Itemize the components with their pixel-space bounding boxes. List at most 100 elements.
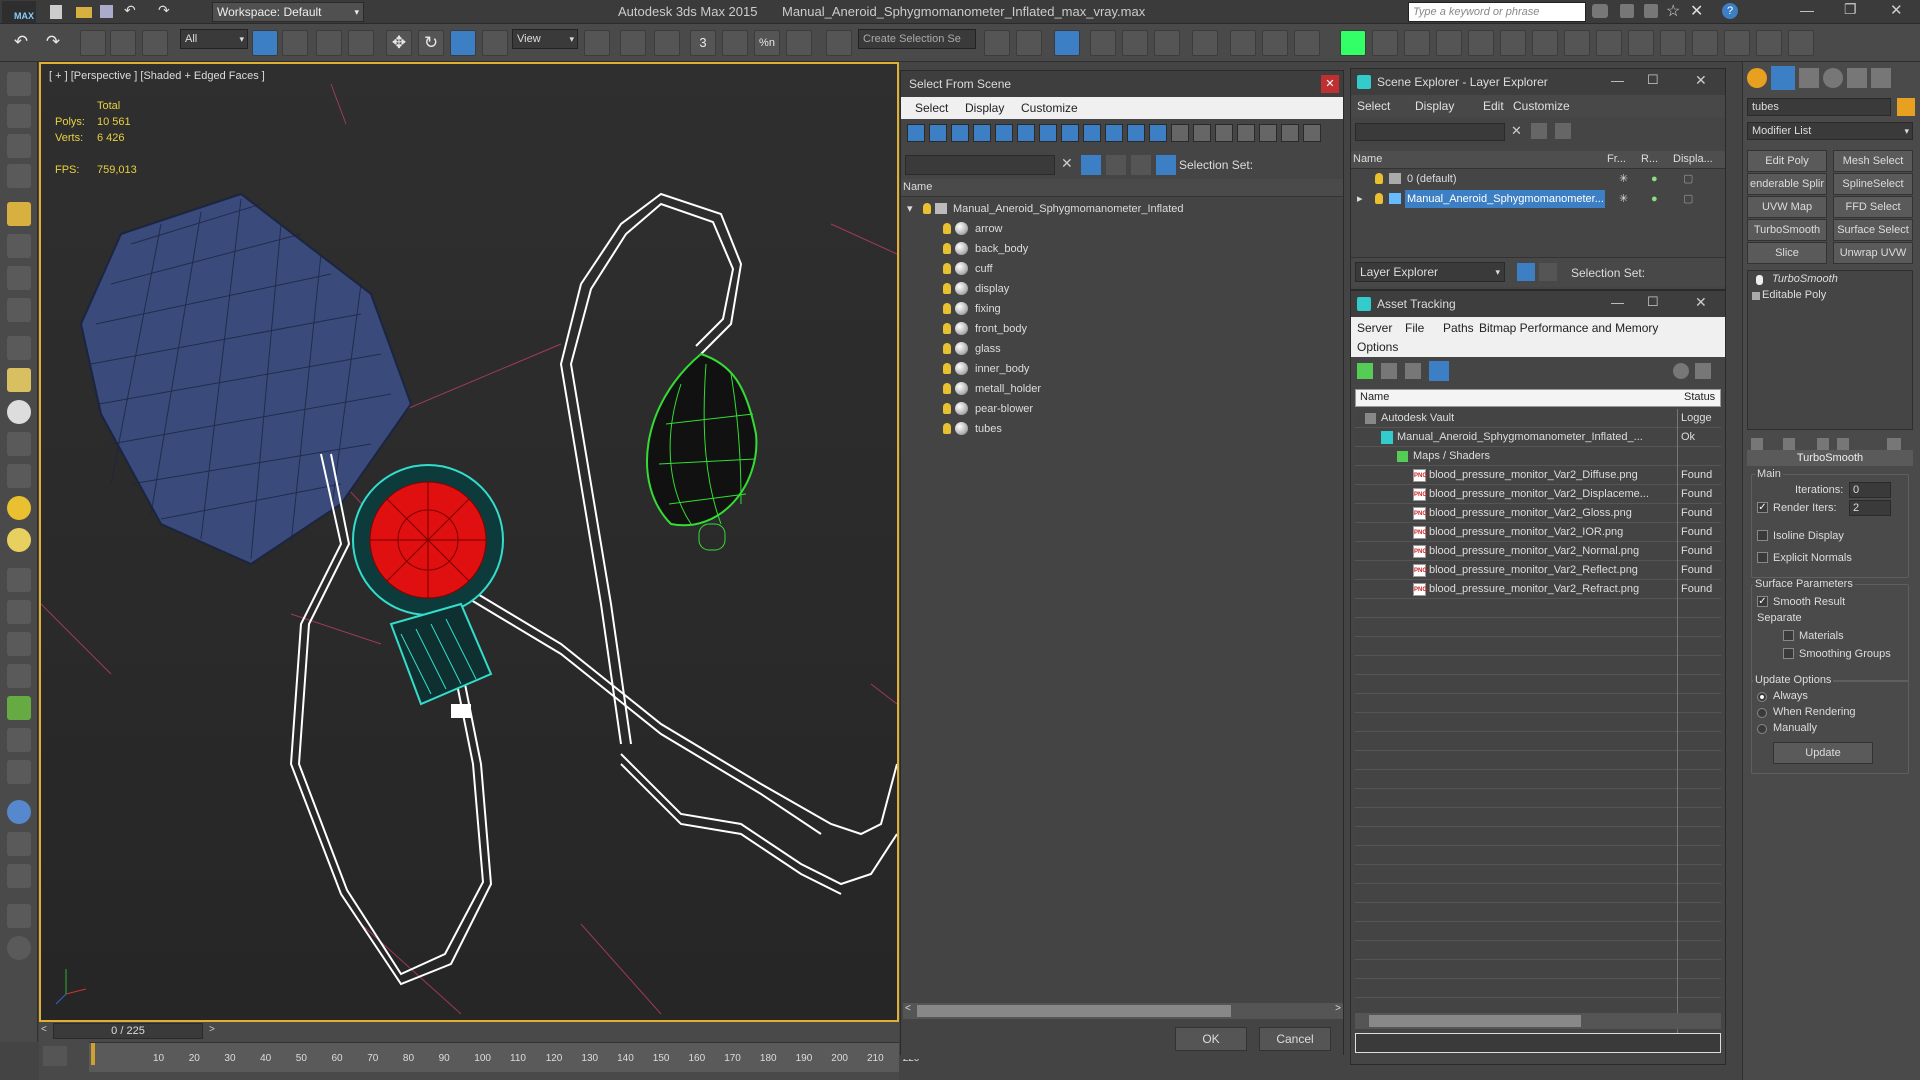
layer-row[interactable]: ▸ Manual_Aneroid_Sphygmomanometer... ✳ ●… <box>1351 189 1725 209</box>
particles-icon[interactable] <box>7 600 31 624</box>
close-icon[interactable]: ✕ <box>1695 72 1707 89</box>
light-bulb-icon[interactable] <box>943 403 951 414</box>
menu-bitmap-performance[interactable]: Bitmap Performance and Memory <box>1479 321 1658 335</box>
app-logo[interactable]: MAX <box>2 1 36 23</box>
rectangular-selection-icon[interactable] <box>316 30 342 56</box>
close-icon[interactable]: ✕ <box>1890 1 1903 19</box>
curve-editor-icon[interactable] <box>1154 30 1180 56</box>
modifier-button[interactable]: SplineSelect <box>1833 173 1913 195</box>
update-button[interactable]: Update <box>1773 742 1873 764</box>
render-iters-checkbox[interactable]: ✓ <box>1757 502 1768 513</box>
help-icon[interactable]: ? <box>1722 3 1738 19</box>
filter-lights-icon[interactable] <box>951 124 969 142</box>
unlink-icon[interactable] <box>110 30 136 56</box>
cone-icon[interactable] <box>7 464 31 488</box>
filter-shapes-icon[interactable] <box>929 124 947 142</box>
hierarchy-icon[interactable] <box>1539 263 1557 281</box>
layer-row[interactable]: 0 (default) ✳ ● ▢ <box>1351 169 1725 189</box>
group-icon[interactable] <box>7 298 31 322</box>
list-view-icon[interactable] <box>1381 363 1397 379</box>
motion-tab-icon[interactable] <box>1823 68 1843 88</box>
percent-snap-icon[interactable]: %n <box>754 30 780 56</box>
menu-options[interactable]: Options <box>1357 340 1398 354</box>
display-icon[interactable]: ▢ <box>1683 169 1693 189</box>
vray-icon[interactable] <box>1788 30 1814 56</box>
sphere-icon[interactable] <box>7 400 31 424</box>
hf-icon[interactable] <box>7 728 31 752</box>
undo-icon[interactable]: ↶ <box>124 2 136 19</box>
keyboard-shortcut-icon[interactable] <box>654 30 680 56</box>
filter-containers-icon[interactable] <box>1105 124 1123 142</box>
stack-item-editable-poly[interactable]: Editable Poly <box>1748 289 1912 305</box>
iterations-spinner[interactable]: 0 <box>1849 482 1891 498</box>
filter-xrefs-icon[interactable] <box>1061 124 1079 142</box>
scale-icon[interactable] <box>450 30 476 56</box>
render-iters-spinner[interactable]: 2 <box>1849 500 1891 516</box>
filter-display-none-icon[interactable] <box>1193 124 1211 142</box>
render-setup-icon[interactable] <box>1262 30 1288 56</box>
open-file-icon[interactable] <box>76 7 92 18</box>
vray-icon[interactable] <box>1596 30 1622 56</box>
vray-icon[interactable] <box>1404 30 1430 56</box>
teapot-icon[interactable] <box>7 72 31 96</box>
tools-icon[interactable] <box>1620 4 1634 18</box>
modify-tab-icon[interactable] <box>1771 66 1795 90</box>
menu-customize[interactable]: Customize <box>1513 99 1570 113</box>
menu-server[interactable]: Server <box>1357 321 1392 335</box>
tree-item-row[interactable]: inner_body <box>901 359 1343 379</box>
table-view-icon[interactable] <box>1429 361 1449 381</box>
spinner-snap-icon[interactable] <box>786 30 812 56</box>
schematic-view-icon[interactable] <box>1192 30 1218 56</box>
light-bulb-icon[interactable] <box>943 383 951 394</box>
vray-icon[interactable] <box>1532 30 1558 56</box>
vray-icon[interactable] <box>1500 30 1526 56</box>
filter-filter-icon[interactable] <box>1237 124 1255 142</box>
filter-geometry-icon[interactable] <box>907 124 925 142</box>
display-icon[interactable] <box>7 266 31 290</box>
tree-item-row[interactable]: fixing <box>901 299 1343 319</box>
asset-row[interactable]: Maps / Shaders <box>1355 447 1721 466</box>
stack-item-turbosmooth[interactable]: TurboSmooth <box>1748 273 1912 289</box>
asset-row[interactable]: PNG blood_pressure_monitor_Var2_Refract.p… <box>1355 580 1721 599</box>
link-icon[interactable] <box>80 30 106 56</box>
star-icon[interactable]: ☆ <box>1666 1 1680 21</box>
detail-view-icon[interactable] <box>1405 363 1421 379</box>
light-bulb-icon[interactable] <box>943 423 951 434</box>
workspace-dropdown[interactable]: Workspace: Default ▾ <box>212 2 364 22</box>
vray-icon[interactable] <box>1372 30 1398 56</box>
vray-icon[interactable] <box>1756 30 1782 56</box>
light-bulb-icon[interactable] <box>7 202 31 226</box>
smooth-result-checkbox[interactable]: ✓ <box>1757 596 1768 607</box>
menu-customize[interactable]: Customize <box>1021 101 1078 115</box>
selection-set-icon[interactable] <box>1156 155 1176 175</box>
filter-icon[interactable] <box>1081 155 1101 175</box>
collapse-arrow-icon[interactable]: ▾ <box>907 199 913 219</box>
render-icon[interactable] <box>1294 30 1320 56</box>
show-end-result-icon[interactable] <box>1783 438 1795 450</box>
menu-paths[interactable]: Paths <box>1443 321 1474 335</box>
plant-icon[interactable] <box>7 696 31 720</box>
remove-modifier-icon[interactable] <box>1837 438 1849 450</box>
tree-item-row[interactable]: pear-blower <box>901 399 1343 419</box>
helper-icon[interactable] <box>7 632 31 656</box>
filter-invert-icon[interactable] <box>1215 124 1233 142</box>
ok-button[interactable]: OK <box>1175 1027 1247 1051</box>
light-bulb-icon[interactable] <box>943 283 951 294</box>
render-frame-icon[interactable] <box>7 104 31 128</box>
select-by-name-icon[interactable] <box>282 30 308 56</box>
filter-bones-icon[interactable] <box>1083 124 1101 142</box>
redo-icon[interactable]: ↷ <box>158 2 170 19</box>
viewport-icon[interactable] <box>7 864 31 888</box>
menu-display[interactable]: Display <box>1415 99 1454 113</box>
light-bulb-icon[interactable] <box>943 363 951 374</box>
sky-icon[interactable] <box>7 432 31 456</box>
modifier-button[interactable]: FFD Select <box>1833 196 1913 218</box>
menu-edit[interactable]: Edit <box>1483 99 1504 113</box>
modifier-button[interactable]: Mesh Select <box>1833 150 1913 172</box>
time-slider[interactable]: 0 / 225 <box>53 1023 203 1039</box>
angle-snap-icon[interactable] <box>722 30 748 56</box>
freeze-icon[interactable]: ✳ <box>1619 169 1628 189</box>
horizontal-scrollbar[interactable]: < > <box>903 1003 1343 1019</box>
menu-file[interactable]: File <box>1405 321 1424 335</box>
tools-icon[interactable] <box>1644 4 1658 18</box>
